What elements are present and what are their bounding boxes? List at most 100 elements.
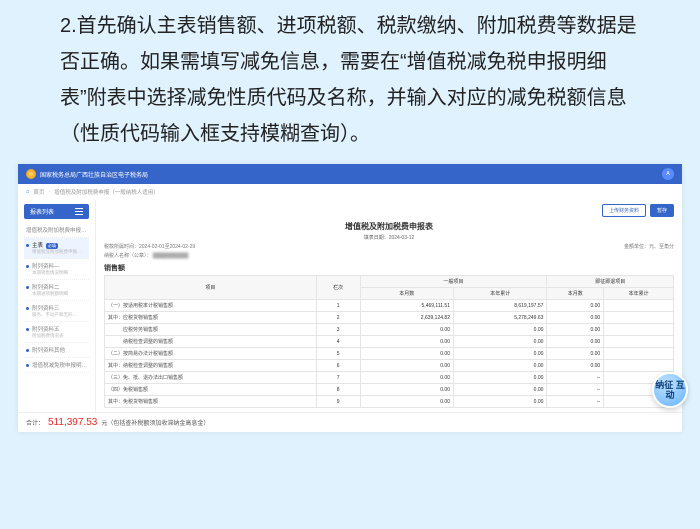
sidebar-item[interactable]: 附列资料五附加税费情况表	[24, 322, 89, 343]
bullet-icon	[26, 244, 29, 247]
cell[interactable]: 0.00	[453, 348, 546, 360]
footer: 合计： 511,397.53 元（包括查补税额须加收滞纳金高息金）	[18, 412, 682, 432]
assistant-float-icon[interactable]: 纳征 互动	[652, 372, 688, 408]
section-sales: 销售额	[104, 263, 674, 273]
tax-app-window: 国家税务总局广西壮族自治区电子税务局 A ⌂ 首页 · 增值税及附加税费申报（一…	[18, 164, 682, 432]
bullet-icon	[26, 328, 29, 331]
row-label: 其中：免税货物销售额	[105, 396, 317, 408]
cell[interactable]: --	[547, 384, 604, 396]
cell[interactable]: 0.00	[547, 324, 604, 336]
th-item: 项目	[105, 276, 317, 300]
cell[interactable]: 0.00	[453, 336, 546, 348]
cell[interactable]: 0.00	[453, 396, 546, 408]
logo-icon	[26, 169, 36, 179]
table-row: （三）免、抵、退办法出口销售额70.000.00----	[105, 372, 674, 384]
sidebar-item[interactable]: 附列资料—本期销售情况明细	[24, 259, 89, 280]
cell[interactable]: 0.00	[360, 348, 453, 360]
cell[interactable]: 0.00	[547, 300, 604, 312]
th-seq: 栏次	[316, 276, 360, 300]
cell[interactable]	[604, 312, 674, 324]
cell[interactable]: 0.00	[453, 372, 546, 384]
cell[interactable]	[604, 348, 674, 360]
cell[interactable]: 0.00	[547, 312, 604, 324]
row-label: （二）按简易办法计税销售额	[105, 348, 317, 360]
cell[interactable]	[604, 360, 674, 372]
th-byl: 本年累计	[453, 288, 546, 300]
table-row: 其中：应税货物销售额22,639,124.825,278,249.630.00	[105, 312, 674, 324]
cell[interactable]: 0.00	[360, 372, 453, 384]
sidebar-item[interactable]: 附列资料三服务、不动产和无形…	[24, 301, 89, 322]
breadcrumb-sep: ·	[48, 189, 50, 195]
cell[interactable]: 8,619,197.57	[453, 300, 546, 312]
row-label: 其中：应税货物销售额	[105, 312, 317, 324]
table-row: 纳税检查调整的销售额40.000.000.00	[105, 336, 674, 348]
user-avatar[interactable]: A	[662, 168, 674, 180]
app-title: 国家税务总局广西壮族自治区电子税务局	[40, 170, 148, 179]
row-seq: 3	[316, 324, 360, 336]
sidebar-item-sub: 本期销售情况明细	[32, 270, 87, 276]
cell[interactable]: 0.00	[453, 384, 546, 396]
breadcrumb-home[interactable]: 首页	[33, 188, 44, 196]
cell[interactable]: 0.00	[360, 336, 453, 348]
breadcrumb-tab[interactable]: 增值税及附加税费申报（一般纳税人适用）	[54, 188, 159, 196]
table-row: 应税劳务销售额30.000.000.00	[105, 324, 674, 336]
row-seq: 1	[316, 300, 360, 312]
instruction-text: 2.首先确认主表销售额、进项税额、税款缴纳、附加税费等数据是否正确。如果需填写减…	[0, 0, 700, 164]
upload-button[interactable]: 上传财务资料	[602, 204, 646, 217]
save-button[interactable]: 暂存	[650, 204, 674, 217]
cell[interactable]: --	[547, 372, 604, 384]
bullet-icon	[26, 286, 29, 289]
bullet-icon	[26, 364, 29, 367]
cell[interactable]: 0.00	[360, 324, 453, 336]
cell[interactable]	[604, 324, 674, 336]
sidebar-item[interactable]: 主表必填增值税及附加税费申报…	[24, 238, 89, 259]
th-group1: 一般项目	[360, 276, 547, 288]
taxpayer-label: 纳税人名称（公章）：	[104, 253, 152, 259]
cell[interactable]: 0.00	[547, 360, 604, 372]
sidebar-item[interactable]: 附列资料二本期进项税额明细	[24, 280, 89, 301]
sales-table: 项目 栏次 一般项目 即征即退项目 本月数 本年累计 本月数 本年累计 （一）按…	[104, 275, 674, 408]
table-row: 其中：免税货物销售额90.000.00----	[105, 396, 674, 408]
cell[interactable]: 0.00	[453, 324, 546, 336]
footer-amount: 511,397.53	[48, 417, 97, 428]
row-label: （四）免税销售额	[105, 384, 317, 396]
cell[interactable]: --	[547, 396, 604, 408]
cell[interactable]	[604, 336, 674, 348]
cell[interactable]: 0.00	[360, 396, 453, 408]
taxpayer-name-redacted: ██████████	[153, 253, 188, 259]
form-period: 税款所属时间：2024-02-01至2024-02-29	[104, 243, 195, 250]
bullet-icon	[26, 265, 29, 268]
table-row: 其中：纳税检查调整的销售额60.000.000.00	[105, 360, 674, 372]
footer-label: 合计：	[26, 418, 44, 427]
sidebar: 报表列表 增值税及附加税费申报… 主表必填增值税及附加税费申报…附列资料—本期销…	[18, 200, 96, 412]
cell[interactable]: 5,469,111.51	[360, 300, 453, 312]
home-icon[interactable]: ⌂	[26, 189, 29, 195]
sidebar-item-sub: 附加税费情况表	[32, 333, 87, 339]
menu-icon[interactable]	[75, 208, 83, 216]
breadcrumb: ⌂ 首页 · 增值税及附加税费申报（一般纳税人适用）	[18, 184, 682, 200]
row-label: 其中：纳税检查调整的销售额	[105, 360, 317, 372]
cell[interactable]: 0.00	[360, 384, 453, 396]
row-seq: 9	[316, 396, 360, 408]
th-bym2: 本月数	[547, 288, 604, 300]
cell[interactable]	[604, 300, 674, 312]
sidebar-item[interactable]: 附列资料其他	[24, 343, 89, 358]
row-seq: 4	[316, 336, 360, 348]
sidebar-header-label: 报表列表	[30, 207, 54, 216]
bullet-icon	[26, 307, 29, 310]
row-label: （一）按适用税率计税销售额	[105, 300, 317, 312]
cell[interactable]: 0.00	[453, 360, 546, 372]
form-period-label: 填表日期：2024-03-12	[104, 234, 674, 241]
cell[interactable]: 5,278,249.63	[453, 312, 546, 324]
cell[interactable]: 2,639,124.82	[360, 312, 453, 324]
sidebar-group: 增值税及附加税费申报…	[24, 223, 89, 238]
cell[interactable]: 0.00	[360, 360, 453, 372]
row-seq: 7	[316, 372, 360, 384]
row-label: 纳税检查调整的销售额	[105, 336, 317, 348]
row-seq: 6	[316, 360, 360, 372]
cell[interactable]: 0.00	[547, 348, 604, 360]
cell[interactable]: 0.00	[547, 336, 604, 348]
sidebar-item[interactable]: 增值税减免税申报明…	[24, 358, 89, 373]
sidebar-header[interactable]: 报表列表	[24, 204, 89, 219]
sidebar-item-sub: 增值税及附加税费申报…	[32, 249, 87, 255]
